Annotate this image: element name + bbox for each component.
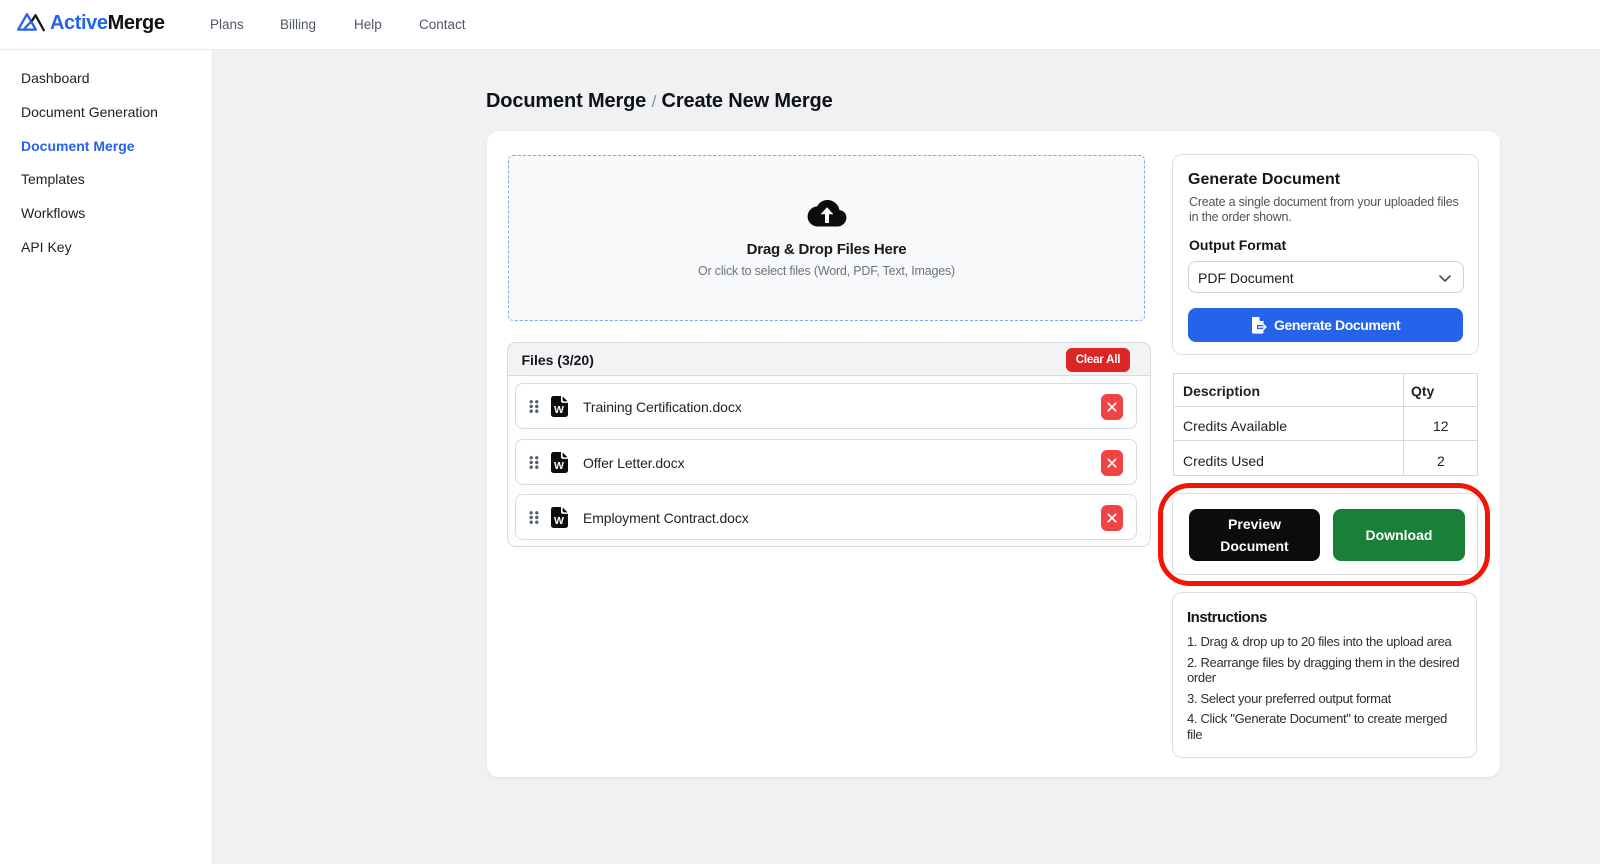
svg-text:W: W — [554, 460, 564, 472]
svg-text:W: W — [554, 515, 564, 527]
svg-text:W: W — [554, 404, 564, 416]
